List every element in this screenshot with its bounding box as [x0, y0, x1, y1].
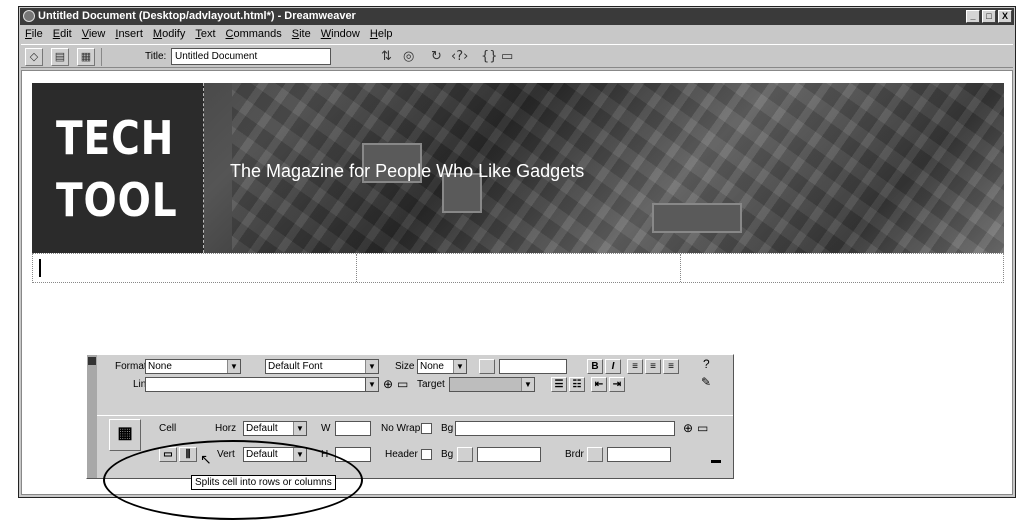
table-cell[interactable] — [681, 254, 1003, 282]
point-to-file-icon[interactable]: ⊕ — [383, 377, 393, 391]
text-cursor — [39, 259, 41, 277]
header-checkbox[interactable] — [421, 449, 432, 460]
browse-folder-icon[interactable]: ▭ — [697, 421, 708, 435]
window-title: Untitled Document (Desktop/advlayout.htm… — [38, 10, 356, 22]
menu-text[interactable]: Text — [195, 26, 215, 43]
size-select[interactable]: None ▼ — [417, 359, 467, 374]
menu-window[interactable]: Window — [321, 26, 360, 43]
collapse-panel-icon[interactable]: ▬ — [711, 455, 721, 466]
banner-image: TECH TOOL The Magazine for People Who Li… — [32, 83, 1004, 253]
font-select[interactable]: Default Font ▼ — [265, 359, 379, 374]
border-color-label: Brdr — [565, 449, 584, 460]
align-left-icon[interactable]: ≡ — [627, 359, 643, 374]
ordered-list-icon[interactable]: ☷ — [569, 377, 585, 392]
circuit-chip — [652, 203, 742, 233]
horz-label: Horz — [215, 423, 237, 434]
refresh-icon[interactable]: ↻ — [431, 49, 442, 64]
view-options-icon[interactable]: {} — [481, 49, 498, 64]
target-select[interactable]: ▼ — [449, 377, 535, 392]
outdent-icon[interactable]: ⇤ — [591, 377, 607, 392]
border-color-picker[interactable] — [587, 447, 603, 462]
link-dropdown[interactable]: ▼ — [365, 377, 379, 392]
bg-color-input[interactable] — [477, 447, 541, 462]
table-cell[interactable] — [357, 254, 681, 282]
title-label: Title: — [145, 51, 167, 62]
mouse-pointer-icon: ↖ — [200, 452, 212, 468]
target-label: Target — [417, 379, 445, 390]
indent-icon[interactable]: ⇥ — [609, 377, 625, 392]
align-right-icon[interactable]: ≡ — [663, 359, 679, 374]
dreamweaver-app-icon — [23, 10, 35, 22]
menu-site[interactable]: Site — [292, 26, 311, 43]
header-label: Header — [385, 449, 418, 460]
italic-button[interactable]: I — [605, 359, 621, 374]
bg-color-picker[interactable] — [457, 447, 473, 462]
chevron-down-icon: ▼ — [365, 360, 378, 373]
document-title-input[interactable] — [171, 48, 331, 65]
align-center-icon[interactable]: ≡ — [645, 359, 661, 374]
banner-tagline: The Magazine for People Who Like Gadgets — [230, 161, 585, 181]
nowrap-checkbox[interactable] — [421, 423, 432, 434]
text-color-input[interactable] — [499, 359, 567, 374]
bg-color-label: Bg — [441, 449, 454, 460]
logo-line-tech: TECH — [56, 111, 175, 165]
toolbar-separator — [101, 48, 102, 66]
logo-line-tool: TOOL — [56, 173, 178, 227]
menu-modify[interactable]: Modify — [153, 26, 185, 43]
width-label: W — [321, 423, 331, 434]
format-select[interactable]: None ▼ — [145, 359, 241, 374]
table-cell-icon: ▦ — [109, 419, 141, 451]
table-cell[interactable] — [33, 254, 357, 282]
title-bar: Untitled Document (Desktop/advlayout.htm… — [20, 8, 1014, 25]
cell-width-input[interactable] — [335, 421, 371, 436]
code-navigation-icon[interactable]: ‹?› — [451, 49, 468, 64]
chevron-down-icon: ▼ — [227, 360, 240, 373]
cell-label: Cell — [159, 423, 177, 434]
chevron-down-icon: ▼ — [521, 378, 534, 391]
menu-edit[interactable]: Edit — [53, 26, 72, 43]
point-to-file-icon[interactable]: ⊕ — [683, 421, 693, 435]
bold-button[interactable]: B — [587, 359, 603, 374]
bg-image-label: Bg — [441, 423, 454, 434]
text-color-picker[interactable] — [479, 359, 495, 374]
chevron-down-icon: ▼ — [453, 360, 466, 373]
bg-image-input[interactable] — [455, 421, 675, 436]
dreamweaver-window: Untitled Document (Desktop/advlayout.htm… — [18, 6, 1016, 498]
split-cell-tooltip: Splits cell into rows or columns — [191, 475, 336, 490]
browse-folder-icon[interactable]: ▭ — [397, 377, 408, 391]
menu-commands[interactable]: Commands — [226, 26, 282, 43]
panel-grip[interactable] — [87, 355, 97, 478]
menu-view[interactable]: View — [82, 26, 106, 43]
close-button[interactable]: X — [998, 10, 1012, 23]
size-label: Size — [395, 361, 415, 372]
maximize-button[interactable]: □ — [982, 10, 996, 23]
panel-close-icon[interactable] — [88, 357, 96, 365]
border-color-input[interactable] — [607, 447, 671, 462]
menu-insert[interactable]: Insert — [115, 26, 143, 43]
document-design-view[interactable]: TECH TOOL The Magazine for People Who Li… — [21, 70, 1013, 495]
document-toolbar: ◇ ▤ ▦ Title: ⇅ ◎ ↻ ‹?› {} ▭ — [21, 44, 1013, 68]
chevron-down-icon: ▼ — [293, 422, 306, 435]
show-design-view-icon[interactable]: ▦ — [77, 48, 95, 66]
nowrap-label: No Wrap — [381, 423, 421, 434]
show-split-view-icon[interactable]: ▤ — [51, 48, 69, 66]
menu-bar: File Edit View Insert Modify Text Comman… — [21, 26, 1013, 43]
show-code-view-icon[interactable]: ◇ — [25, 48, 43, 66]
table-row[interactable] — [32, 253, 1004, 283]
chevron-down-icon: ▼ — [366, 378, 378, 391]
help-icon[interactable]: ? — [703, 357, 710, 371]
quick-tag-editor-icon[interactable]: ✎ — [701, 375, 711, 389]
minimize-button[interactable]: _ — [966, 10, 980, 23]
panel-divider — [97, 415, 733, 416]
link-input[interactable] — [145, 377, 379, 392]
preview-browser-icon[interactable]: ◎ — [403, 49, 414, 64]
file-management-icon[interactable]: ⇅ — [381, 49, 392, 64]
unordered-list-icon[interactable]: ☰ — [551, 377, 567, 392]
tech-tool-logo: TECH TOOL — [32, 83, 204, 253]
visual-aids-icon[interactable]: ▭ — [501, 49, 513, 64]
menu-help[interactable]: Help — [370, 26, 393, 43]
format-label: Format — [115, 361, 147, 372]
horz-align-select[interactable]: Default ▼ — [243, 421, 307, 436]
menu-file[interactable]: File — [25, 26, 43, 43]
